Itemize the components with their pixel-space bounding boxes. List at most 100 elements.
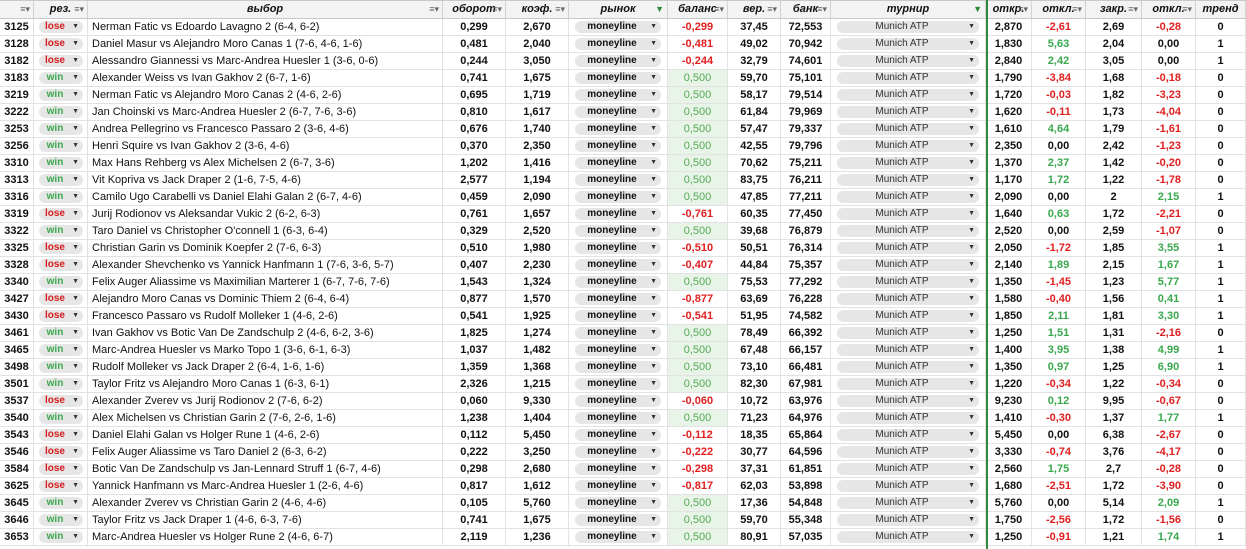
selection-cell[interactable]: Marc-Andrea Huesler vs Holger Rune 2 (4-…	[88, 529, 443, 545]
tournament-dropdown[interactable]: Munich ATP ▼	[837, 208, 979, 220]
result-dropdown[interactable]: lose ▼	[39, 446, 83, 458]
market-dropdown[interactable]: moneyline ▼	[575, 463, 661, 475]
selection-cell[interactable]: Vit Kopriva vs Jack Draper 2 (1-6, 7-5, …	[88, 172, 443, 188]
market-dropdown[interactable]: moneyline ▼	[575, 310, 661, 322]
selection-cell[interactable]: Alexander Shevchenko vs Yannick Hanfmann…	[88, 257, 443, 273]
result-dropdown[interactable]: win ▼	[39, 497, 83, 509]
selection-cell[interactable]: Alexander Zverev vs Jurij Rodionov 2 (7-…	[88, 393, 443, 409]
selection-cell[interactable]: Alex Michelsen vs Christian Garin 2 (7-6…	[88, 410, 443, 426]
filter-dropdown-icon[interactable]: ≡▾	[1018, 1, 1028, 18]
market-dropdown[interactable]: moneyline ▼	[575, 497, 661, 509]
market-dropdown[interactable]: moneyline ▼	[575, 208, 661, 220]
tournament-dropdown[interactable]: Munich ATP ▼	[837, 395, 979, 407]
tournament-dropdown[interactable]: Munich ATP ▼	[837, 157, 979, 169]
market-dropdown[interactable]: moneyline ▼	[575, 89, 661, 101]
tournament-dropdown[interactable]: Munich ATP ▼	[837, 446, 979, 458]
selection-cell[interactable]: Francesco Passaro vs Rudolf Molleker 1 (…	[88, 308, 443, 324]
result-dropdown[interactable]: lose ▼	[39, 208, 83, 220]
selection-cell[interactable]: Jan Choinski vs Marc-Andrea Huesler 2 (6…	[88, 104, 443, 120]
header-dev2[interactable]: откл. ≡▾	[1142, 1, 1196, 18]
header-selection[interactable]: выбор ≡▾	[88, 1, 443, 18]
market-dropdown[interactable]: moneyline ▼	[575, 21, 661, 33]
tournament-dropdown[interactable]: Munich ATP ▼	[837, 378, 979, 390]
result-dropdown[interactable]: win ▼	[39, 157, 83, 169]
result-dropdown[interactable]: win ▼	[39, 344, 83, 356]
market-dropdown[interactable]: moneyline ▼	[575, 531, 661, 543]
result-dropdown[interactable]: lose ▼	[39, 55, 83, 67]
tournament-dropdown[interactable]: Munich ATP ▼	[837, 276, 979, 288]
market-dropdown[interactable]: moneyline ▼	[575, 140, 661, 152]
tournament-dropdown[interactable]: Munich ATP ▼	[837, 497, 979, 509]
header-turnover[interactable]: оборот ≡▾	[443, 1, 506, 18]
tournament-dropdown[interactable]: Munich ATP ▼	[837, 106, 979, 118]
selection-cell[interactable]: Daniel Elahi Galan vs Holger Rune 1 (4-6…	[88, 427, 443, 443]
market-dropdown[interactable]: moneyline ▼	[575, 293, 661, 305]
market-dropdown[interactable]: moneyline ▼	[575, 514, 661, 526]
tournament-dropdown[interactable]: Munich ATP ▼	[837, 361, 979, 373]
selection-cell[interactable]: Daniel Masur vs Alejandro Moro Canas 1 (…	[88, 36, 443, 52]
header-balance[interactable]: баланс ≡▾	[668, 1, 728, 18]
tournament-dropdown[interactable]: Munich ATP ▼	[837, 327, 979, 339]
selection-cell[interactable]: Henri Squire vs Ivan Gakhov 2 (3-6, 4-6)	[88, 138, 443, 154]
selection-cell[interactable]: Felix Auger Aliassime vs Taro Daniel 2 (…	[88, 444, 443, 460]
market-dropdown[interactable]: moneyline ▼	[575, 344, 661, 356]
tournament-dropdown[interactable]: Munich ATP ▼	[837, 123, 979, 135]
header-close[interactable]: закр. ≡▾	[1086, 1, 1142, 18]
selection-cell[interactable]: Alexander Zverev vs Christian Garin 2 (4…	[88, 495, 443, 511]
result-dropdown[interactable]: lose ▼	[39, 480, 83, 492]
result-dropdown[interactable]: win ▼	[39, 378, 83, 390]
market-dropdown[interactable]: moneyline ▼	[575, 106, 661, 118]
result-dropdown[interactable]: lose ▼	[39, 395, 83, 407]
selection-cell[interactable]: Max Hans Rehberg vs Alex Michelsen 2 (6-…	[88, 155, 443, 171]
filter-dropdown-icon[interactable]: ≡▾	[492, 1, 502, 18]
selection-cell[interactable]: Christian Garin vs Dominik Koepfer 2 (7-…	[88, 240, 443, 256]
header-result[interactable]: рез. ≡▾	[34, 1, 88, 18]
filter-dropdown-icon[interactable]: ≡▾	[1128, 1, 1138, 18]
market-dropdown[interactable]: moneyline ▼	[575, 242, 661, 254]
filter-dropdown-icon[interactable]: ≡▾	[20, 1, 30, 18]
selection-cell[interactable]: Marc-Andrea Huesler vs Marko Topo 1 (3-6…	[88, 342, 443, 358]
result-dropdown[interactable]: lose ▼	[39, 21, 83, 33]
market-dropdown[interactable]: moneyline ▼	[575, 327, 661, 339]
tournament-dropdown[interactable]: Munich ATP ▼	[837, 174, 979, 186]
filter-dropdown-icon[interactable]: ≡▾	[1182, 1, 1192, 18]
header-prob[interactable]: вер. ≡▾	[728, 1, 781, 18]
selection-cell[interactable]: Alexander Weiss vs Ivan Gakhov 2 (6-7, 1…	[88, 70, 443, 86]
filter-active-icon[interactable]: ▼	[655, 1, 664, 18]
tournament-dropdown[interactable]: Munich ATP ▼	[837, 463, 979, 475]
result-dropdown[interactable]: lose ▼	[39, 242, 83, 254]
market-dropdown[interactable]: moneyline ▼	[575, 276, 661, 288]
header-id[interactable]: ≡▾	[0, 1, 34, 18]
selection-cell[interactable]: Nerman Fatic vs Alejandro Moro Canas 2 (…	[88, 87, 443, 103]
tournament-dropdown[interactable]: Munich ATP ▼	[837, 38, 979, 50]
filter-dropdown-icon[interactable]: ≡▾	[767, 1, 777, 18]
result-dropdown[interactable]: win ▼	[39, 276, 83, 288]
market-dropdown[interactable]: moneyline ▼	[575, 225, 661, 237]
tournament-dropdown[interactable]: Munich ATP ▼	[837, 225, 979, 237]
tournament-dropdown[interactable]: Munich ATP ▼	[837, 480, 979, 492]
result-dropdown[interactable]: win ▼	[39, 361, 83, 373]
selection-cell[interactable]: Taro Daniel vs Christopher O'connell 1 (…	[88, 223, 443, 239]
filter-dropdown-icon[interactable]: ≡▾	[74, 1, 84, 18]
header-bank[interactable]: банк ≡▾	[781, 1, 831, 18]
market-dropdown[interactable]: moneyline ▼	[575, 72, 661, 84]
tournament-dropdown[interactable]: Munich ATP ▼	[837, 259, 979, 271]
filter-active-icon[interactable]: ▼	[973, 1, 982, 18]
market-dropdown[interactable]: moneyline ▼	[575, 157, 661, 169]
result-dropdown[interactable]: win ▼	[39, 106, 83, 118]
filter-dropdown-icon[interactable]: ≡▾	[1072, 1, 1082, 18]
filter-dropdown-icon[interactable]: ≡▾	[555, 1, 565, 18]
result-dropdown[interactable]: lose ▼	[39, 463, 83, 475]
tournament-dropdown[interactable]: Munich ATP ▼	[837, 191, 979, 203]
market-dropdown[interactable]: moneyline ▼	[575, 38, 661, 50]
market-dropdown[interactable]: moneyline ▼	[575, 480, 661, 492]
market-dropdown[interactable]: moneyline ▼	[575, 55, 661, 67]
tournament-dropdown[interactable]: Munich ATP ▼	[837, 242, 979, 254]
tournament-dropdown[interactable]: Munich ATP ▼	[837, 89, 979, 101]
result-dropdown[interactable]: win ▼	[39, 412, 83, 424]
result-dropdown[interactable]: lose ▼	[39, 293, 83, 305]
tournament-dropdown[interactable]: Munich ATP ▼	[837, 21, 979, 33]
result-dropdown[interactable]: lose ▼	[39, 38, 83, 50]
result-dropdown[interactable]: lose ▼	[39, 259, 83, 271]
tournament-dropdown[interactable]: Munich ATP ▼	[837, 55, 979, 67]
